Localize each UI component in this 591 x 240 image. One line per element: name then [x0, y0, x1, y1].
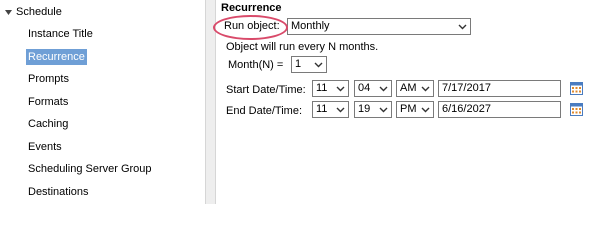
- annotation-highlight-ellipse: [213, 15, 288, 40]
- nav-item-prompts[interactable]: Prompts: [26, 71, 71, 87]
- chevron-down-icon: [314, 62, 323, 68]
- start-datetime-label: Start Date/Time:: [226, 84, 306, 96]
- calendar-icon[interactable]: [570, 103, 583, 116]
- chevron-down-icon: [458, 24, 467, 30]
- navigation-tree: Schedule Instance Title Recurrence Promp…: [0, 0, 205, 204]
- section-title: Recurrence: [221, 2, 282, 14]
- end-date-input[interactable]: 6/16/2027: [438, 101, 561, 118]
- end-datetime-label: End Date/Time:: [226, 105, 303, 117]
- end-hour-value: 11: [316, 103, 328, 115]
- end-minute-select[interactable]: 19: [354, 101, 392, 118]
- start-hour-select[interactable]: 11: [312, 80, 349, 97]
- start-hour-value: 11: [316, 82, 328, 94]
- chevron-down-icon: [421, 107, 430, 113]
- tree-node-label: Schedule: [16, 6, 62, 18]
- chevron-down-icon: [379, 86, 388, 92]
- nav-item-caching[interactable]: Caching: [26, 116, 70, 132]
- month-n-value: 1: [295, 58, 302, 70]
- end-minute-value: 19: [358, 103, 371, 115]
- chevron-down-icon: [421, 86, 430, 92]
- end-ampm-select[interactable]: PM: [396, 101, 434, 118]
- chevron-down-icon: [336, 107, 345, 113]
- recurrence-description: Object will run every N months.: [226, 41, 379, 53]
- nav-item-events[interactable]: Events: [26, 139, 64, 155]
- start-date-input[interactable]: 7/17/2017: [438, 80, 561, 97]
- calendar-icon[interactable]: [570, 82, 583, 95]
- start-ampm-value: AM: [400, 82, 417, 94]
- chevron-down-icon: [336, 86, 345, 92]
- end-hour-select[interactable]: 11: [312, 101, 349, 118]
- expand-triangle-icon[interactable]: [2, 6, 14, 18]
- start-minute-select[interactable]: 04: [354, 80, 392, 97]
- run-object-select[interactable]: Monthly: [287, 18, 471, 35]
- month-n-label: Month(N) =: [228, 59, 284, 71]
- end-ampm-value: PM: [400, 103, 417, 115]
- tree-node-schedule[interactable]: Schedule: [2, 4, 62, 20]
- nav-item-destinations[interactable]: Destinations: [26, 184, 91, 200]
- start-ampm-select[interactable]: AM: [396, 80, 434, 97]
- nav-item-scheduling-server-group[interactable]: Scheduling Server Group: [26, 161, 154, 177]
- month-n-select[interactable]: 1: [291, 56, 327, 73]
- chevron-down-icon: [379, 107, 388, 113]
- nav-item-instance-title[interactable]: Instance Title: [26, 26, 95, 42]
- start-minute-value: 04: [358, 82, 371, 94]
- nav-item-formats[interactable]: Formats: [26, 94, 70, 110]
- nav-item-recurrence[interactable]: Recurrence: [26, 49, 87, 65]
- run-object-value: Monthly: [291, 20, 330, 32]
